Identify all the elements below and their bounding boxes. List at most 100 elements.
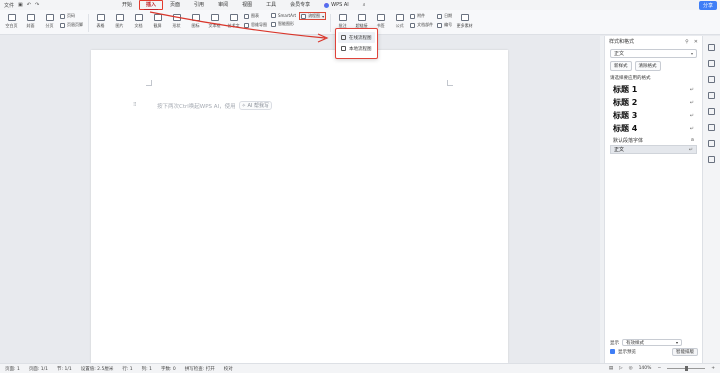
show-select[interactable]: 有效样式 ▾ (622, 339, 682, 346)
icons-icon (191, 14, 200, 21)
enter-icon: ↵ (689, 86, 694, 93)
view-icon[interactable]: ▤ (609, 366, 613, 371)
style-heading-1[interactable]: 标题 1 ↵ (610, 83, 697, 96)
enter-icon: ↵ (689, 125, 694, 132)
status-right: ▤ ▷ ◎ 140% − + (609, 366, 715, 371)
chart-button[interactable]: 图表 (244, 13, 267, 19)
textbox-button[interactable]: 文本框 (206, 13, 223, 29)
properties-icon[interactable] (708, 92, 715, 99)
style-heading-3[interactable]: 标题 3 ↵ (610, 109, 697, 122)
translate-icon[interactable] (708, 156, 715, 163)
tab-references[interactable]: 引用 (187, 0, 211, 10)
attachment-button[interactable]: 附件 (410, 13, 433, 19)
tab-view[interactable]: 视图 (235, 0, 259, 10)
smartart-button[interactable]: SmartArt (271, 13, 296, 18)
ai-write-button[interactable]: ✧ AI 帮我写 (238, 101, 272, 110)
globe-icon[interactable]: ◎ (629, 366, 633, 371)
save-icon[interactable]: ▣ (18, 2, 23, 8)
close-icon[interactable]: ✕ (694, 39, 698, 45)
page-break-label: 分页 (45, 23, 54, 28)
new-style-button[interactable]: 新样式 (610, 61, 632, 71)
play-icon[interactable]: ▷ (619, 366, 622, 371)
tab-insert[interactable]: 插入 (139, 0, 164, 10)
status-page[interactable]: 页面: 1 (5, 366, 20, 372)
date-button[interactable]: 日期 (437, 13, 452, 19)
status-words[interactable]: 字数: 0 (161, 366, 176, 372)
clear-format-button[interactable]: 清除格式 (634, 61, 661, 71)
settings-icon[interactable] (708, 140, 715, 147)
margin-corner-tl (146, 80, 152, 86)
formula-button[interactable]: 公式 (391, 13, 408, 29)
pin-icon[interactable]: ⚲ (685, 39, 689, 45)
apply-label: 请选择要应用的格式 (610, 76, 651, 81)
number-button[interactable]: 编号 (437, 22, 452, 28)
search-icon[interactable]: ⌕ (356, 0, 373, 10)
select-icon[interactable] (708, 60, 715, 67)
header-footer-button[interactable]: 页眉页脚 (60, 22, 83, 28)
textbox-icon (210, 14, 219, 21)
preview-checkbox[interactable] (610, 349, 615, 354)
blank-page-button[interactable]: 空白页 (3, 13, 20, 29)
date-group: 日期 编号 (437, 13, 452, 28)
zoom-level[interactable]: 140% (639, 366, 652, 371)
image-button[interactable]: 图片 (111, 13, 128, 29)
style-default-font[interactable]: 默认段落字体 a (610, 135, 697, 145)
styles-icon[interactable] (708, 44, 715, 51)
tab-home[interactable]: 开始 (115, 0, 139, 10)
online-flowchart-label: 在线流程图 (349, 35, 372, 41)
style-body[interactable]: 正文 ↵ (610, 145, 697, 154)
smart-layout-button[interactable]: 智能排版 (672, 347, 698, 356)
flowchart-button[interactable]: 流程图 ▾ (299, 12, 327, 20)
screenshot-button[interactable]: 截屏 (149, 13, 166, 29)
share-button[interactable]: 分享 (698, 0, 717, 10)
tab-member[interactable]: 会员专享 (283, 0, 317, 10)
bookmark-button[interactable]: 书签 (372, 13, 389, 29)
comment-button[interactable]: 批注 (334, 13, 351, 29)
current-style-select[interactable]: 正文 ▾ (610, 49, 697, 58)
tab-wps-ai[interactable]: WPS AI (317, 0, 356, 10)
text-parts-button[interactable]: 文档部件 (410, 22, 433, 28)
icons-button[interactable]: 图标 (187, 13, 204, 29)
mindmap-button[interactable]: 思维导图 (244, 22, 267, 28)
zoom-out-icon[interactable]: − (657, 366, 661, 371)
online-flowchart-item[interactable]: 在线流程图 (338, 32, 375, 43)
zoom-in-icon[interactable]: + (711, 366, 715, 371)
page-number-button[interactable]: 页码 (60, 13, 83, 19)
redo-icon[interactable]: ↷ (35, 2, 39, 8)
text-parts-group: 附件 文档部件 (410, 13, 433, 28)
cover-button[interactable]: 封面 (22, 13, 39, 29)
comments-icon[interactable] (708, 108, 715, 115)
style-heading-2[interactable]: 标题 2 ↵ (610, 96, 697, 109)
smart-shape-button[interactable]: 智能图形 (271, 21, 296, 27)
undo-icon[interactable]: ↶ (27, 2, 31, 8)
online-flowchart-icon (341, 35, 346, 40)
local-flowchart-icon (341, 46, 346, 51)
status-proof[interactable]: 校对 (224, 366, 233, 372)
hyperlink-button[interactable]: 超链接 (353, 13, 370, 29)
page-number-label: 页码 (67, 13, 75, 18)
tab-review[interactable]: 审阅 (211, 0, 235, 10)
tab-page[interactable]: 页面 (163, 0, 187, 10)
enter-icon: ↵ (688, 146, 693, 153)
status-spell[interactable]: 拼写检查: 打开 (185, 366, 215, 372)
more-materials-button[interactable]: 更多素材 (456, 13, 473, 29)
tab-tools[interactable]: 工具 (259, 0, 283, 10)
pane-actions: 新样式 清除格式 (610, 61, 697, 71)
help-icon[interactable] (708, 124, 715, 131)
shape-icon[interactable] (708, 76, 715, 83)
document-page[interactable]: ⠿ 按下两次Ctrl唤起WPS AI，使用 ✧ AI 帮我写 (91, 50, 508, 363)
local-flowchart-item[interactable]: 本地流程图 (338, 43, 375, 54)
file-menu[interactable]: 文件 (4, 2, 14, 9)
wordart-button[interactable]: 艺术字 (225, 13, 242, 29)
smartart-icon (271, 13, 276, 18)
style-heading-4[interactable]: 标题 4 ↵ (610, 122, 697, 135)
drag-handle-icon[interactable]: ⠿ (133, 102, 137, 108)
document-button[interactable]: 文档 (130, 13, 147, 29)
table-button[interactable]: 表格 (92, 13, 109, 29)
shape-button[interactable]: 形状 (168, 13, 185, 29)
page-break-button[interactable]: 分页 (41, 13, 58, 29)
zoom-slider[interactable] (667, 366, 706, 371)
date-label: 日期 (444, 13, 453, 18)
flowchart-group: 流程图 ▾ (299, 12, 327, 20)
style-heading-4-label: 标题 4 (613, 124, 638, 133)
